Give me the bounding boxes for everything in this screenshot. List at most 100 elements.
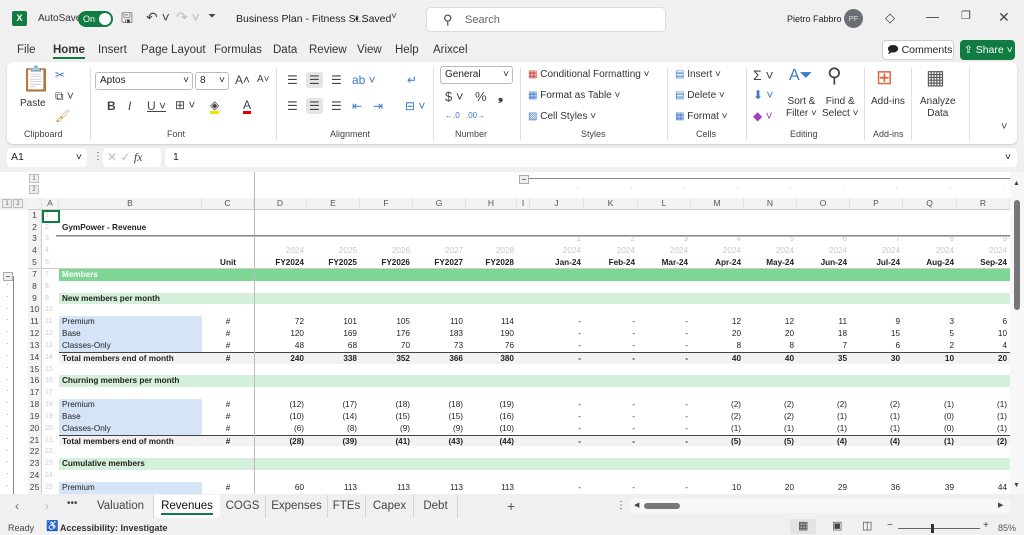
value-cell[interactable]: 2024: [903, 245, 957, 257]
value-cell[interactable]: [413, 268, 466, 281]
value-cell[interactable]: [903, 387, 957, 399]
column-header-q[interactable]: Q: [903, 198, 957, 210]
normal-view-icon[interactable]: ▦: [790, 519, 817, 534]
value-cell[interactable]: [638, 210, 691, 222]
value-cell[interactable]: 169: [307, 328, 360, 340]
value-cell[interactable]: (43): [413, 434, 466, 447]
value-cell[interactable]: [517, 316, 530, 328]
align-left-icon[interactable]: ☰: [287, 100, 298, 112]
minimize-icon[interactable]: —: [926, 10, 939, 23]
value-cell[interactable]: [638, 268, 691, 281]
value-cell[interactable]: (5): [744, 434, 797, 447]
column-header-c[interactable]: C: [202, 198, 254, 210]
value-cell[interactable]: [530, 458, 584, 471]
value-cell[interactable]: [903, 470, 957, 482]
name-box[interactable]: A1 ˅: [7, 148, 87, 167]
cell-a[interactable]: 15: [42, 364, 59, 376]
value-cell[interactable]: 2026: [360, 245, 413, 257]
value-cell[interactable]: [584, 458, 638, 471]
unit-cell[interactable]: [202, 364, 254, 376]
value-cell[interactable]: [584, 268, 638, 281]
value-cell[interactable]: 2025: [307, 245, 360, 257]
column-header-m[interactable]: M: [691, 198, 744, 210]
row-label[interactable]: Classes-Only: [59, 422, 202, 435]
sheet-tab-cogs[interactable]: COGS: [220, 495, 266, 518]
value-cell[interactable]: 2024: [584, 245, 638, 257]
value-cell[interactable]: [307, 446, 360, 458]
value-cell[interactable]: [413, 458, 466, 471]
row-header[interactable]: 1: [28, 209, 42, 222]
value-cell[interactable]: 48: [254, 340, 307, 352]
value-cell[interactable]: [517, 268, 530, 281]
share-button[interactable]: ⇪ Share ˅: [960, 40, 1015, 60]
value-cell[interactable]: 176: [360, 328, 413, 340]
horizontal-scrollbar[interactable]: ◀ ▶: [630, 499, 1010, 513]
row-label[interactable]: [59, 281, 202, 293]
value-cell[interactable]: Sep-24: [957, 257, 1010, 268]
sheet-tab-ftes[interactable]: FTEs: [328, 495, 366, 518]
column-header-i[interactable]: I: [517, 198, 530, 210]
value-cell[interactable]: [254, 304, 307, 316]
format-cells-button[interactable]: ▦ Format ˅: [675, 111, 728, 122]
tab-formulas[interactable]: Formulas: [214, 44, 262, 56]
value-cell[interactable]: [584, 470, 638, 482]
value-cell[interactable]: [360, 281, 413, 293]
value-cell[interactable]: 2024: [691, 245, 744, 257]
value-cell[interactable]: [466, 446, 517, 458]
value-cell[interactable]: 6: [957, 316, 1010, 328]
value-cell[interactable]: [584, 210, 638, 222]
value-cell[interactable]: [797, 375, 850, 388]
value-cell[interactable]: [360, 387, 413, 399]
value-cell[interactable]: [360, 375, 413, 388]
value-cell[interactable]: [413, 281, 466, 293]
row-outline-level-1[interactable]: 1: [2, 199, 12, 208]
value-cell[interactable]: 113: [466, 482, 517, 494]
value-cell[interactable]: [517, 411, 530, 423]
value-cell[interactable]: [638, 458, 691, 471]
value-cell[interactable]: [957, 268, 1010, 281]
value-cell[interactable]: [797, 222, 850, 234]
value-cell[interactable]: 113: [413, 482, 466, 494]
value-cell[interactable]: 10: [957, 328, 1010, 340]
value-cell[interactable]: 114: [466, 316, 517, 328]
value-cell[interactable]: (1): [903, 434, 957, 447]
value-cell[interactable]: [744, 268, 797, 281]
value-cell[interactable]: (4): [850, 434, 903, 447]
value-cell[interactable]: (19): [466, 399, 517, 411]
value-cell[interactable]: [638, 387, 691, 399]
analyze-data-icon[interactable]: ▦: [926, 68, 945, 88]
value-cell[interactable]: [254, 222, 307, 234]
value-cell[interactable]: [797, 446, 850, 458]
row-header[interactable]: 2: [28, 221, 42, 234]
zoom-slider[interactable]: [898, 524, 980, 533]
value-cell[interactable]: (2): [797, 399, 850, 411]
value-cell[interactable]: [254, 458, 307, 471]
sort-filter-button[interactable]: Sort & Filter ˅: [786, 96, 817, 120]
unit-cell[interactable]: #: [202, 434, 254, 447]
value-cell[interactable]: 20: [744, 328, 797, 340]
value-cell[interactable]: 105: [360, 316, 413, 328]
value-cell[interactable]: (1): [957, 399, 1010, 411]
value-cell[interactable]: [307, 364, 360, 376]
value-cell[interactable]: -: [530, 399, 584, 411]
value-cell[interactable]: [466, 281, 517, 293]
row-outline-level-2[interactable]: 2: [13, 199, 23, 208]
value-cell[interactable]: [584, 375, 638, 388]
zoom-in-icon[interactable]: +: [983, 521, 989, 531]
row-header[interactable]: 22: [28, 446, 42, 459]
row-header[interactable]: 16: [28, 375, 42, 388]
value-cell[interactable]: [517, 210, 530, 222]
formula-input[interactable]: 1 ˅: [165, 148, 1017, 167]
next-sheet-icon[interactable]: ›: [45, 500, 49, 512]
value-cell[interactable]: 2024: [957, 245, 1010, 257]
row-header[interactable]: 5: [28, 257, 42, 268]
unit-cell[interactable]: #: [202, 411, 254, 423]
column-header-l[interactable]: L: [638, 198, 691, 210]
column-outline-level-2[interactable]: 2: [29, 185, 39, 194]
value-cell[interactable]: [360, 222, 413, 234]
row-label[interactable]: GymPower - Revenue: [59, 222, 254, 234]
unit-cell[interactable]: [202, 470, 254, 482]
column-header-j[interactable]: J: [530, 198, 584, 210]
enter-icon[interactable]: ✓: [120, 150, 130, 164]
value-cell[interactable]: 20: [957, 351, 1010, 364]
